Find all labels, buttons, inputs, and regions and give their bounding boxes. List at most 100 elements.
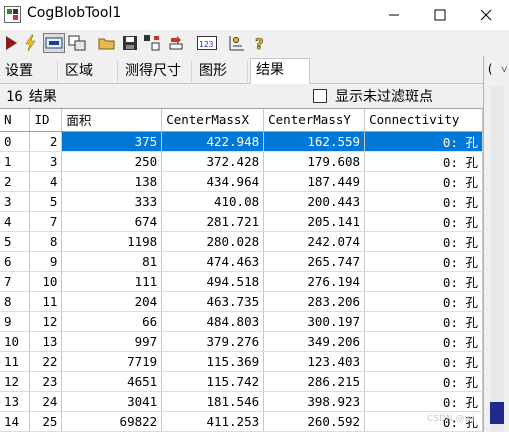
results-table[interactable]: N ID 面积 CenterMassX CenterMassY Connecti… [0,108,483,432]
table-cell[interactable]: 111 [61,271,163,292]
maximize-button[interactable] [417,0,463,30]
table-cell[interactable]: 0: 孔 [364,171,483,192]
table-cell[interactable]: 205.141 [263,211,366,232]
tab-results[interactable]: 结果 [250,58,310,85]
table-cell[interactable]: 281.721 [161,211,265,232]
table-row[interactable]: 14 25 69822 411.253 260.592 0: 孔 [0,411,483,432]
table-cell[interactable]: 12 [0,371,31,392]
help-button[interactable]: ? [250,33,270,53]
table-cell[interactable]: 333 [61,191,163,212]
table-cell[interactable]: 474.463 [161,251,265,272]
open-button[interactable] [97,33,117,53]
table-cell[interactable]: 0: 孔 [364,251,483,272]
table-cell[interactable]: 375 [61,131,163,152]
table-cell[interactable]: 1198 [61,231,163,252]
table-cell[interactable]: 200.443 [263,191,366,212]
table-cell[interactable]: 0 [0,131,31,152]
table-row[interactable]: 3 5 333 410.08 200.443 0: 孔 [0,191,483,212]
table-cell[interactable]: 484.803 [161,311,265,332]
table-cell[interactable]: 0: 孔 [364,151,483,172]
table-cell[interactable]: 181.546 [161,391,265,412]
table-cell[interactable]: 138 [61,171,163,192]
table-cell[interactable]: 997 [61,331,163,352]
run-continuous-button[interactable] [20,33,40,53]
save-button[interactable] [120,33,140,53]
table-row[interactable]: 13 24 3041 181.546 398.923 0: 孔 [0,391,483,412]
column-header-id[interactable]: ID [29,109,63,132]
table-cell[interactable]: 66 [61,311,163,332]
table-cell[interactable]: 8 [29,231,63,252]
table-cell[interactable]: 4 [0,211,31,232]
table-cell[interactable]: 280.028 [161,231,265,252]
table-cell[interactable]: 0: 孔 [364,331,483,352]
table-row[interactable]: 5 8 1198 280.028 242.074 0: 孔 [0,231,483,252]
table-cell[interactable]: 5 [0,231,31,252]
table-cell[interactable]: 3041 [61,391,163,412]
table-cell[interactable]: 411.253 [161,411,265,432]
close-button[interactable] [463,0,509,30]
run-button[interactable] [1,33,21,53]
table-cell[interactable]: 300.197 [263,311,366,332]
table-cell[interactable]: 0: 孔 [364,311,483,332]
table-cell[interactable]: 11 [29,291,63,312]
minimize-button[interactable] [371,0,417,30]
table-cell[interactable]: 3 [0,191,31,212]
table-row[interactable]: 4 7 674 281.721 205.141 0: 孔 [0,211,483,232]
table-cell[interactable]: 187.449 [263,171,366,192]
layout-button[interactable] [142,33,162,53]
table-row[interactable]: 10 13 997 379.276 349.206 0: 孔 [0,331,483,352]
table-cell[interactable]: 422.948 [161,131,265,152]
table-cell[interactable]: 14 [0,411,31,432]
table-cell[interactable]: 7719 [61,351,163,372]
image-view-button[interactable] [43,33,65,53]
table-cell[interactable]: 4 [29,171,63,192]
table-cell[interactable]: 276.194 [263,271,366,292]
table-cell[interactable]: 12 [29,311,63,332]
table-cell[interactable]: 674 [61,211,163,232]
table-cell[interactable]: 265.747 [263,251,366,272]
table-row[interactable]: 8 11 204 463.735 283.206 0: 孔 [0,291,483,312]
table-cell[interactable]: 410.08 [161,191,265,212]
table-row[interactable]: 9 12 66 484.803 300.197 0: 孔 [0,311,483,332]
measure-button[interactable] [226,33,246,53]
table-cell[interactable]: 0: 孔 [364,131,483,152]
table-cell[interactable]: 10 [0,331,31,352]
copy-image-button[interactable] [67,33,87,53]
table-row[interactable]: 1 3 250 372.428 179.608 0: 孔 [0,151,483,172]
tab-graphics[interactable]: 图形 [194,60,248,84]
side-panel-scrollbar[interactable] [490,86,504,432]
table-cell[interactable]: 3 [29,151,63,172]
table-cell[interactable]: 463.735 [161,291,265,312]
table-cell[interactable]: 250 [61,151,163,172]
column-header-connectivity[interactable]: Connectivity [364,109,483,132]
number-display-button[interactable]: 123 [196,33,218,53]
reset-button[interactable] [166,33,186,53]
table-cell[interactable]: 9 [0,311,31,332]
table-cell[interactable]: 2 [0,171,31,192]
table-cell[interactable]: 22 [29,351,63,372]
table-cell[interactable]: 179.608 [263,151,366,172]
table-cell[interactable]: 0: 孔 [364,391,483,412]
table-cell[interactable]: 123.403 [263,351,366,372]
table-row[interactable]: 0 2 375 422.948 162.559 0: 孔 [0,131,483,152]
table-cell[interactable]: 115.369 [161,351,265,372]
table-cell[interactable]: 81 [61,251,163,272]
table-cell[interactable]: 434.964 [161,171,265,192]
table-cell[interactable]: 0: 孔 [364,211,483,232]
table-cell[interactable]: 7 [29,211,63,232]
table-row[interactable]: 6 9 81 474.463 265.747 0: 孔 [0,251,483,272]
table-cell[interactable]: 494.518 [161,271,265,292]
table-cell[interactable]: 0: 孔 [364,191,483,212]
table-row[interactable]: 7 10 111 494.518 276.194 0: 孔 [0,271,483,292]
table-row[interactable]: 2 4 138 434.964 187.449 0: 孔 [0,171,483,192]
table-cell[interactable]: 69822 [61,411,163,432]
table-cell[interactable]: 6 [0,251,31,272]
table-cell[interactable]: 10 [29,271,63,292]
table-cell[interactable]: 283.206 [263,291,366,312]
table-cell[interactable]: 0: 孔 [364,291,483,312]
table-cell[interactable]: 7 [0,271,31,292]
table-cell[interactable]: 25 [29,411,63,432]
table-cell[interactable]: 379.276 [161,331,265,352]
table-cell[interactable]: 242.074 [263,231,366,252]
table-cell[interactable]: 286.215 [263,371,366,392]
